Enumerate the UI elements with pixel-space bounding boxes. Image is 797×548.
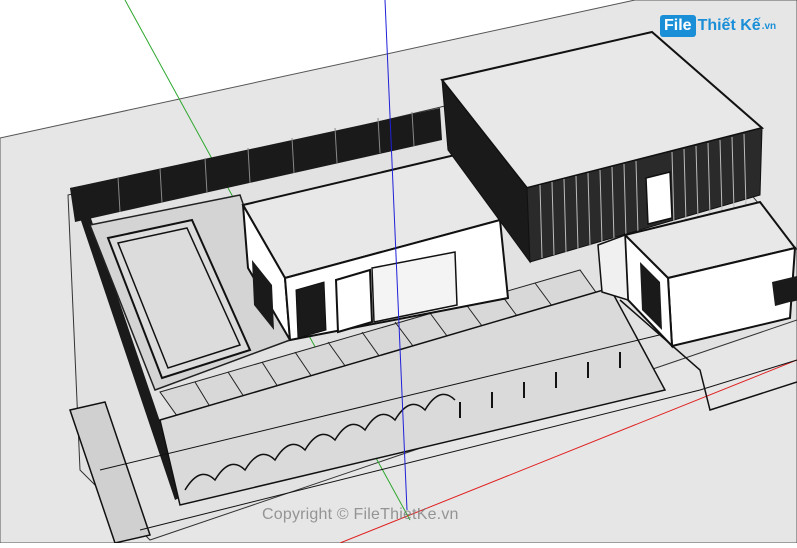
- logo-tld: .vn: [761, 20, 777, 32]
- logo-name: Thiết Kế: [697, 17, 761, 34]
- site-logo: File Thiết Kế .vn: [660, 12, 776, 40]
- model-canvas[interactable]: [0, 0, 797, 544]
- upper-window: [645, 171, 673, 225]
- sketchup-viewport[interactable]: File Thiết Kế .vn Copyright © FileThietK…: [0, 0, 797, 544]
- glass-door: [334, 268, 374, 334]
- connector-glass: [597, 233, 629, 302]
- copyright-watermark: Copyright © FileThietKe.vn: [262, 506, 459, 523]
- logo-badge: File: [660, 15, 696, 37]
- front-door: [295, 281, 327, 339]
